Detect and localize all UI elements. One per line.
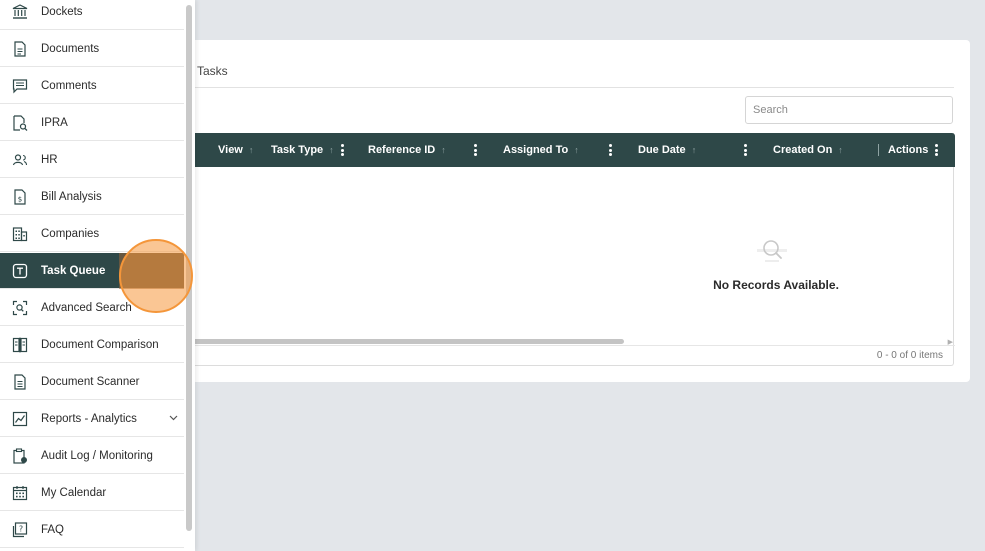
sidebar-item-bill-analysis[interactable]: $ Bill Analysis — [0, 179, 184, 215]
sidebar-item-label: Task Queue — [41, 264, 106, 277]
pager-info: 0 - 0 of 0 items — [876, 350, 943, 361]
sort-arrow-icon[interactable]: ↑ — [441, 145, 446, 155]
sort-arrow-icon[interactable]: ↑ — [838, 145, 843, 155]
search-input[interactable] — [745, 96, 953, 124]
sidebar-item-label: Documents — [41, 42, 100, 55]
tab-tasks[interactable]: Tasks — [197, 64, 228, 78]
column-assigned-to[interactable]: Assigned To ↑ — [503, 133, 579, 167]
sidebar-item-label: Companies — [41, 227, 100, 240]
sidebar-item-label: FAQ — [41, 523, 65, 536]
sidebar-item-my-calendar[interactable]: My Calendar — [0, 475, 184, 511]
pager-divider — [161, 345, 955, 346]
sidebar-item-label: Document Scanner — [41, 375, 140, 388]
column-label: Reference ID — [368, 144, 436, 156]
sidebar-item-label: Bill Analysis — [41, 190, 102, 203]
click-marker — [119, 239, 193, 313]
sidebar-item-label: Advanced Search — [41, 301, 132, 314]
grid-header: View ↑ Task Type ↑ Reference ID ↑ Assigned … — [161, 133, 955, 167]
sidebar-item-ipra[interactable]: IPRA — [0, 105, 184, 141]
sidebar-item-document-comparison[interactable]: Document Comparison — [0, 327, 184, 363]
faq-icon: ? — [12, 521, 28, 538]
scanner-document-icon — [12, 373, 28, 390]
sidebar-item-label: My Calendar — [41, 486, 107, 499]
column-label: Assigned To — [503, 144, 569, 156]
people-icon — [12, 152, 28, 168]
bank-icon — [12, 3, 28, 20]
sort-arrow-icon[interactable]: ↑ — [329, 145, 334, 155]
sidebar-item-label: Document Comparison — [41, 338, 159, 351]
column-view[interactable]: View ↑ — [218, 133, 253, 167]
sidebar-item-label: Comments — [41, 79, 97, 92]
task-icon — [12, 263, 28, 279]
sidebar-item-document-scanner[interactable]: Document Scanner — [0, 364, 184, 400]
tab-divider — [160, 87, 954, 88]
scan-search-icon — [12, 300, 28, 316]
sidebar-item-label: Audit Log / Monitoring — [41, 449, 153, 462]
chart-icon — [12, 411, 28, 427]
svg-text:?: ? — [19, 524, 23, 533]
document-icon — [12, 40, 28, 57]
chevron-down-icon[interactable] — [169, 413, 178, 424]
bill-icon: $ — [12, 188, 28, 205]
sort-arrow-icon[interactable]: ↑ — [692, 145, 697, 155]
task-queue-card: Tasks View ↑ Task Type ↑ Reference ID ↑ Ass… — [160, 40, 970, 382]
comment-icon — [12, 78, 28, 94]
sidebar-item-hr[interactable]: HR — [0, 142, 184, 178]
column-reference-id[interactable]: Reference ID ↑ — [368, 133, 446, 167]
column-menu-icon[interactable] — [474, 144, 478, 156]
document-search-icon — [12, 114, 28, 131]
tasks-grid: View ↑ Task Type ↑ Reference ID ↑ Assigned … — [160, 133, 955, 366]
calendar-icon — [12, 485, 28, 501]
column-menu-icon[interactable] — [744, 144, 748, 156]
sidebar-item-label: IPRA — [41, 116, 68, 129]
sidebar-item-label: Dockets — [41, 5, 83, 18]
building-icon — [12, 226, 28, 242]
sort-arrow-icon[interactable]: ↑ — [574, 145, 579, 155]
empty-search-icon — [757, 240, 787, 262]
column-label: Due Date — [638, 144, 686, 156]
sidebar-item-audit-log[interactable]: Audit Log / Monitoring — [0, 438, 184, 474]
empty-message: No Records Available. — [713, 278, 839, 292]
svg-text:$: $ — [18, 195, 22, 203]
column-created-on[interactable]: Created On ↑ — [773, 133, 843, 167]
scrollbar-thumb[interactable] — [161, 339, 624, 344]
column-task-type[interactable]: Task Type ↑ — [271, 133, 334, 167]
compare-icon — [12, 337, 28, 353]
horizontal-scrollbar[interactable]: ▶ — [161, 338, 955, 346]
sidebar-item-comments[interactable]: Comments — [0, 68, 184, 104]
column-due-date[interactable]: Due Date ↑ — [638, 133, 696, 167]
column-label: Actions — [888, 144, 929, 156]
column-label: Task Type — [271, 144, 324, 156]
sidebar-item-documents[interactable]: Documents — [0, 31, 184, 67]
column-menu-icon[interactable] — [341, 144, 345, 156]
column-label: Created On — [773, 144, 833, 156]
sidebar-item-label: HR — [41, 153, 58, 166]
column-separator — [878, 144, 880, 156]
sidebar-item-label: Reports - Analytics — [41, 412, 137, 425]
column-label: View — [218, 144, 243, 156]
column-menu-icon[interactable] — [609, 144, 613, 156]
clipboard-monitor-icon — [12, 447, 28, 464]
sidebar-item-reports-analytics[interactable]: Reports - Analytics — [0, 401, 184, 437]
sidebar-item-faq[interactable]: ? FAQ — [0, 512, 184, 548]
sort-arrow-icon[interactable]: ↑ — [249, 145, 254, 155]
column-actions[interactable]: Actions — [888, 133, 928, 167]
sidebar-item-dockets[interactable]: Dockets — [0, 0, 184, 30]
column-menu-icon[interactable] — [935, 144, 939, 156]
